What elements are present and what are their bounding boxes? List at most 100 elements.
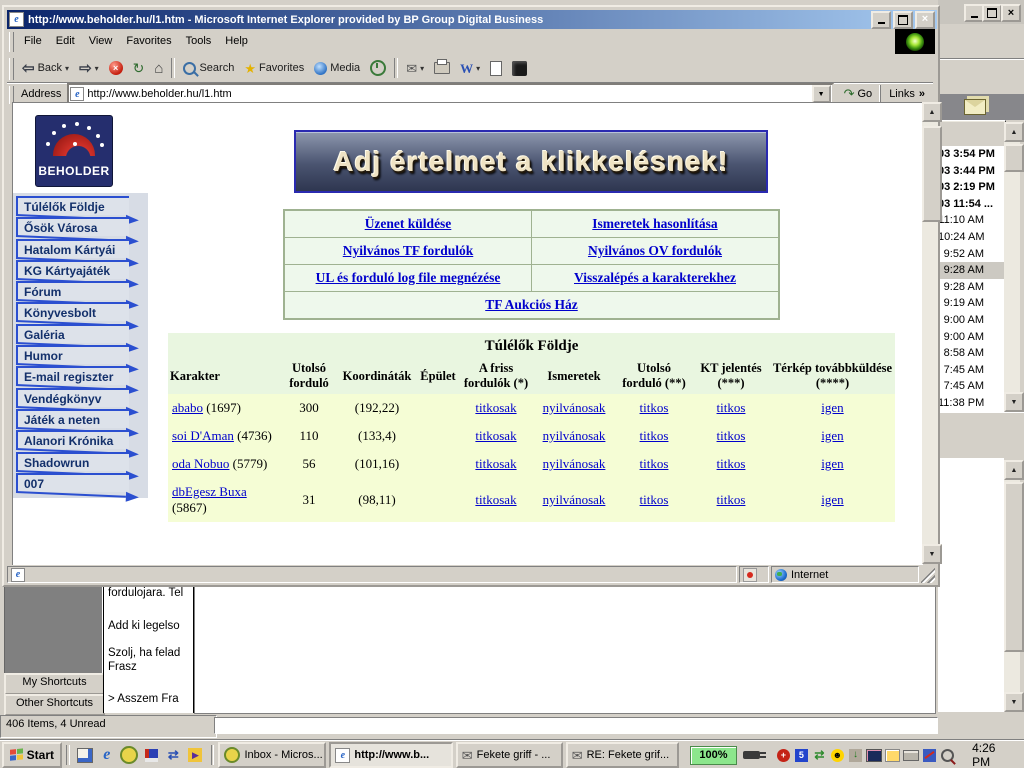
- resize-grip[interactable]: [921, 566, 935, 583]
- toolbar-grip[interactable]: [9, 32, 14, 51]
- last-round-link[interactable]: titkos: [640, 492, 669, 507]
- other-shortcuts-button[interactable]: Other Shortcuts: [4, 694, 105, 716]
- address-input[interactable]: [84, 87, 811, 101]
- refresh-button[interactable]: ↻: [128, 56, 150, 80]
- media-button[interactable]: Media: [309, 56, 365, 80]
- map-forward-link[interactable]: igen: [821, 456, 843, 471]
- message-time[interactable]: 03 2:19 PM: [938, 179, 1004, 196]
- floppy-save-icon[interactable]: [141, 745, 161, 765]
- print-button[interactable]: [429, 56, 455, 80]
- plugin-button[interactable]: [507, 56, 532, 80]
- fresh-rounds-link[interactable]: titkosak: [475, 428, 516, 443]
- history-button[interactable]: [365, 56, 391, 80]
- task-mail-1[interactable]: ✉ Fekete griff - ...: [456, 742, 563, 768]
- outlook-restore-button[interactable]: [982, 4, 1002, 22]
- scroll-up-icon[interactable]: ▲: [922, 102, 942, 122]
- scroll-down-icon[interactable]: ▼: [1004, 392, 1024, 412]
- banner-ad[interactable]: Adj értelmet a klikkelésnek!: [294, 130, 768, 193]
- map-forward-link[interactable]: igen: [821, 492, 843, 507]
- tray-update-icon[interactable]: ↓: [848, 747, 863, 763]
- menu-edit[interactable]: Edit: [49, 32, 82, 50]
- kt-report-link[interactable]: titkos: [717, 492, 746, 507]
- map-forward-link[interactable]: igen: [821, 428, 843, 443]
- link-nyilvanos-ov-fordulok[interactable]: Nyilvános OV fordulók: [588, 243, 722, 258]
- tray-antivirus-icon[interactable]: +: [776, 747, 791, 763]
- tray-network-icon[interactable]: ⇄: [812, 747, 827, 763]
- taskbar-clock[interactable]: 4:26 PM: [972, 741, 1014, 768]
- message-time[interactable]: 11:10 AM: [938, 212, 1004, 229]
- edit-dropdown-icon[interactable]: ▾: [476, 64, 480, 73]
- outlook-list-scrollbar[interactable]: ▲ ▼: [1004, 122, 1020, 412]
- task-browser-active[interactable]: e http://www.b...: [329, 742, 452, 768]
- sidebar-item-kg-kartyajatek[interactable]: KG Kártyajáték: [16, 260, 148, 279]
- link-tf-aukcios-haz[interactable]: TF Aukciós Ház: [485, 297, 578, 312]
- sidebar-item-osok-varosa[interactable]: Ősök Városa: [16, 217, 148, 236]
- scrollbar-thumb[interactable]: [922, 126, 942, 222]
- menu-favorites[interactable]: Favorites: [119, 32, 178, 50]
- beholder-logo[interactable]: BEHOLDER: [35, 115, 113, 187]
- tray-pen-icon[interactable]: [922, 747, 937, 763]
- message-time[interactable]: 9:52 AM: [938, 246, 1004, 263]
- sidebar-item-humor[interactable]: Humor: [16, 345, 148, 364]
- kt-report-link[interactable]: titkos: [717, 428, 746, 443]
- back-dropdown-icon[interactable]: ▾: [65, 64, 69, 73]
- sidebar-item-konyvesbolt[interactable]: Könyvesbolt: [16, 302, 148, 321]
- forward-dropdown-icon[interactable]: ▾: [95, 64, 99, 73]
- scrollbar-thumb[interactable]: [1004, 482, 1024, 652]
- sidebar-item-forum[interactable]: Fórum: [16, 281, 148, 300]
- search-button[interactable]: Search: [178, 56, 239, 80]
- outlook-message-column[interactable]: fordulojara. Tel Add ki legelso Szolj, h…: [103, 583, 194, 713]
- forward-button[interactable]: ⇨▾: [74, 56, 104, 80]
- character-link[interactable]: soi D'Aman: [172, 428, 234, 443]
- tray-display-icon[interactable]: [866, 747, 882, 763]
- tray-printer-icon[interactable]: [903, 747, 919, 763]
- task-inbox[interactable]: Inbox - Micros...: [218, 742, 326, 768]
- start-button[interactable]: Start: [2, 742, 62, 768]
- tray-messenger5-icon[interactable]: 5: [794, 747, 809, 763]
- menu-tools[interactable]: Tools: [179, 32, 219, 50]
- message-time[interactable]: 7:45 AM: [938, 362, 1004, 379]
- scrollbar-thumb[interactable]: [1004, 144, 1024, 172]
- message-time[interactable]: 9:28 AM: [938, 279, 1004, 296]
- internet-explorer-icon[interactable]: e: [97, 745, 117, 765]
- toolbar-grip[interactable]: [9, 58, 14, 80]
- sidebar-item-vendegkonyv[interactable]: Vendégkönyv: [16, 388, 148, 407]
- link-ismeretek-hasonlitasa[interactable]: Ismeretek hasonlítása: [592, 216, 717, 231]
- map-forward-link[interactable]: igen: [821, 400, 843, 415]
- message-time[interactable]: 9:00 AM: [938, 312, 1004, 329]
- sync-icon[interactable]: ⇄: [163, 745, 183, 765]
- sidebar-item-shadowrun[interactable]: Shadowrun: [16, 452, 148, 471]
- outlook-close-button[interactable]: ×: [1001, 4, 1021, 22]
- outlook-message-list[interactable]: 03 3:54 PM 03 3:44 PM 03 2:19 PM 03 11:5…: [938, 146, 1004, 412]
- task-mail-2[interactable]: ✉ RE: Fekete grif...: [566, 742, 680, 768]
- knowledge-link[interactable]: nyilvánosak: [543, 400, 606, 415]
- tray-magnifier-icon[interactable]: [940, 747, 955, 763]
- home-button[interactable]: ⌂: [149, 56, 168, 80]
- favorites-button[interactable]: ★Favorites: [239, 56, 309, 80]
- message-time[interactable]: 7:45 AM: [938, 378, 1004, 395]
- knowledge-link[interactable]: nyilvánosak: [543, 492, 606, 507]
- edit-button[interactable]: W▾: [455, 56, 485, 80]
- links-button[interactable]: Links»: [880, 85, 933, 103]
- message-time[interactable]: 03 3:54 PM: [938, 146, 1004, 163]
- scroll-down-icon[interactable]: ▼: [922, 544, 942, 564]
- link-visszalepes[interactable]: Visszalépés a karakterekhez: [574, 270, 736, 285]
- fresh-rounds-link[interactable]: titkosak: [475, 456, 516, 471]
- close-button[interactable]: ×: [915, 11, 935, 29]
- menu-file[interactable]: File: [17, 32, 49, 50]
- mail-button[interactable]: ✉▾: [401, 56, 429, 80]
- menu-view[interactable]: View: [82, 32, 120, 50]
- sidebar-item-galeria[interactable]: Galéria: [16, 324, 148, 343]
- last-round-link[interactable]: titkos: [640, 428, 669, 443]
- battery-meter[interactable]: 100%: [690, 746, 736, 765]
- link-nyilvanos-tf-fordulok[interactable]: Nyilvános TF fordulók: [343, 243, 474, 258]
- ie-titlebar[interactable]: e http://www.beholder.hu/l1.htm - Micros…: [7, 10, 937, 29]
- link-uzenet-kuldese[interactable]: Üzenet küldése: [365, 216, 452, 231]
- message-time[interactable]: 8:58 AM: [938, 345, 1004, 362]
- mail-dropdown-icon[interactable]: ▾: [420, 64, 424, 73]
- message-time[interactable]: 9:00 AM: [938, 329, 1004, 346]
- link-ul-log-file[interactable]: UL és forduló log file megnézése: [316, 270, 501, 285]
- outlook-preview-scrollbar[interactable]: ▲ ▼: [1004, 460, 1020, 712]
- character-link[interactable]: ababo: [172, 400, 203, 415]
- sidebar-item-007[interactable]: 007: [16, 473, 148, 492]
